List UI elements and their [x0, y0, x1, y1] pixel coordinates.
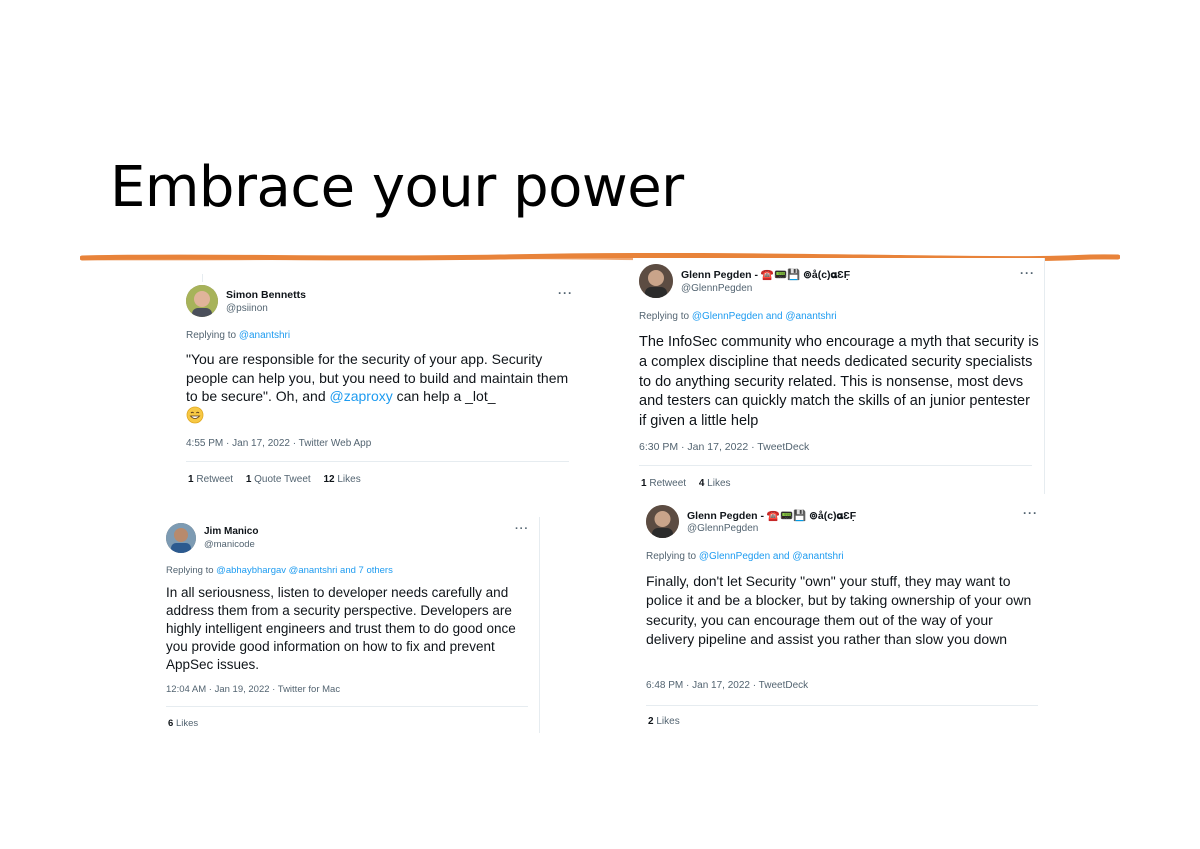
tweet-glenn-pegden-2[interactable]: Glenn Pegden - ☎️📟💾 ⊚å(c)𝛂ƐF̣ @GlennPegd…	[640, 500, 1045, 735]
like-label: Likes	[656, 716, 680, 727]
tweet-text-part-2: can help a _lot_	[396, 388, 496, 404]
tweet-stats: 6 Likes	[168, 718, 208, 729]
separator	[639, 465, 1032, 466]
like-count: 12	[323, 474, 335, 485]
like-count: 6	[168, 718, 174, 729]
tweet-stats: 1 Retweet 1 Quote Tweet 12 Likes	[188, 474, 371, 485]
avatar[interactable]	[646, 505, 679, 538]
author-handle[interactable]: @psiinon	[226, 303, 268, 314]
slide-title: Embrace your power	[110, 155, 684, 220]
tweet-glenn-pegden-1[interactable]: Glenn Pegden - ☎️📟💾 ⊚å(c)𝛂ƐF̣ @GlennPegd…	[633, 258, 1045, 494]
author-name[interactable]: Jim Manico	[204, 526, 258, 537]
replying-prefix: Replying to	[639, 311, 690, 322]
author-handle[interactable]: @GlennPegden	[687, 523, 758, 534]
author-name[interactable]: Glenn Pegden - ☎️📟💾 ⊚å(c)𝛂ƐF̣	[681, 268, 850, 282]
profile-photo	[639, 264, 673, 298]
thread-line	[202, 274, 203, 282]
like-count: 4	[698, 478, 705, 489]
quote-count: 1	[245, 474, 252, 485]
likes-stat[interactable]: 2 Likes	[648, 716, 680, 727]
retweet-count: 1	[188, 474, 194, 485]
quote-tweets-stat[interactable]: 1 Quote Tweet	[246, 474, 311, 485]
replying-to: Replying to @anantshri	[186, 330, 290, 341]
like-label: Likes	[337, 474, 361, 485]
more-options-icon[interactable]: ···	[558, 286, 573, 300]
more-options-icon[interactable]: ···	[515, 523, 529, 535]
grinning-emoji-icon	[186, 406, 204, 423]
retweet-label: Retweet	[196, 474, 234, 485]
likes-stat[interactable]: 12 Likes	[323, 474, 360, 485]
separator	[646, 705, 1038, 706]
retweet-count: 1	[641, 478, 647, 489]
tweet-simon-bennetts[interactable]: Simon Bennetts @psiinon ··· Replying to …	[175, 274, 576, 495]
tweet-text: Finally, don't let Security "own" your s…	[646, 573, 1032, 647]
tweet-text: "You are responsible for the security of…	[186, 350, 576, 425]
replying-to: Replying to @abhaybhargav @anantshri and…	[166, 565, 393, 576]
separator	[166, 706, 528, 707]
right-border	[539, 517, 540, 733]
replying-to: Replying to @GlennPegden and @anantshri	[639, 311, 837, 322]
reply-mention-link[interactable]: @anantshri	[239, 330, 290, 341]
tweet-jim-manico[interactable]: Jim Manico @manicode ··· Replying to @ab…	[160, 517, 540, 733]
like-count: 2	[648, 716, 654, 727]
tweet-stats: 2 Likes	[648, 716, 690, 727]
tweet-timestamp[interactable]: 4:55 PM · Jan 17, 2022 · Twitter Web App	[186, 438, 371, 449]
tweet-text: The InfoSec community who encourage a my…	[639, 334, 1039, 430]
retweets-stat[interactable]: 1 Retweet	[188, 474, 233, 485]
profile-photo	[166, 523, 196, 553]
tweet-timestamp[interactable]: 6:48 PM · Jan 17, 2022 · TweetDeck	[646, 680, 808, 691]
tweet-text: In all seriousness, listen to developer …	[166, 585, 516, 672]
reply-mention-link[interactable]: @GlennPegden and @anantshri	[692, 311, 837, 322]
like-label: Likes	[707, 478, 731, 489]
profile-photo	[186, 285, 218, 317]
reply-mention-link[interactable]: @abhaybhargav @anantshri and 7 others	[216, 565, 393, 576]
more-options-icon[interactable]: ···	[1020, 266, 1035, 280]
replying-prefix: Replying to	[166, 565, 214, 576]
tweet-timestamp[interactable]: 12:04 AM · Jan 19, 2022 · Twitter for Ma…	[166, 684, 340, 695]
replying-to: Replying to @GlennPegden and @anantshri	[646, 551, 844, 562]
avatar[interactable]	[166, 523, 196, 553]
author-name[interactable]: Simon Bennetts	[226, 289, 306, 301]
tweet-stats: 1 Retweet 4 Likes	[641, 478, 741, 489]
right-border	[1044, 258, 1045, 494]
like-label: Likes	[175, 718, 199, 729]
replying-prefix: Replying to	[646, 551, 697, 562]
likes-stat[interactable]: 6 Likes	[168, 718, 198, 729]
likes-stat[interactable]: 4 Likes	[699, 478, 731, 489]
author-handle[interactable]: @GlennPegden	[681, 283, 752, 294]
profile-photo	[646, 505, 679, 538]
reply-mention-link[interactable]: @GlennPegden and @anantshri	[699, 551, 844, 562]
more-options-icon[interactable]: ···	[1023, 506, 1038, 520]
avatar[interactable]	[186, 285, 218, 317]
tweet-timestamp[interactable]: 6:30 PM · Jan 17, 2022 · TweetDeck	[639, 441, 809, 453]
author-handle[interactable]: @manicode	[204, 539, 255, 550]
mention-link[interactable]: @zaproxy	[330, 388, 393, 404]
retweet-label: Retweet	[649, 478, 687, 489]
replying-prefix: Replying to	[186, 330, 237, 341]
author-name[interactable]: Glenn Pegden - ☎️📟💾 ⊚å(c)𝛂ƐF̣	[687, 509, 856, 523]
retweets-stat[interactable]: 1 Retweet	[641, 478, 686, 489]
avatar[interactable]	[639, 264, 673, 298]
separator	[186, 461, 569, 462]
quote-label: Quote Tweet	[254, 474, 311, 485]
